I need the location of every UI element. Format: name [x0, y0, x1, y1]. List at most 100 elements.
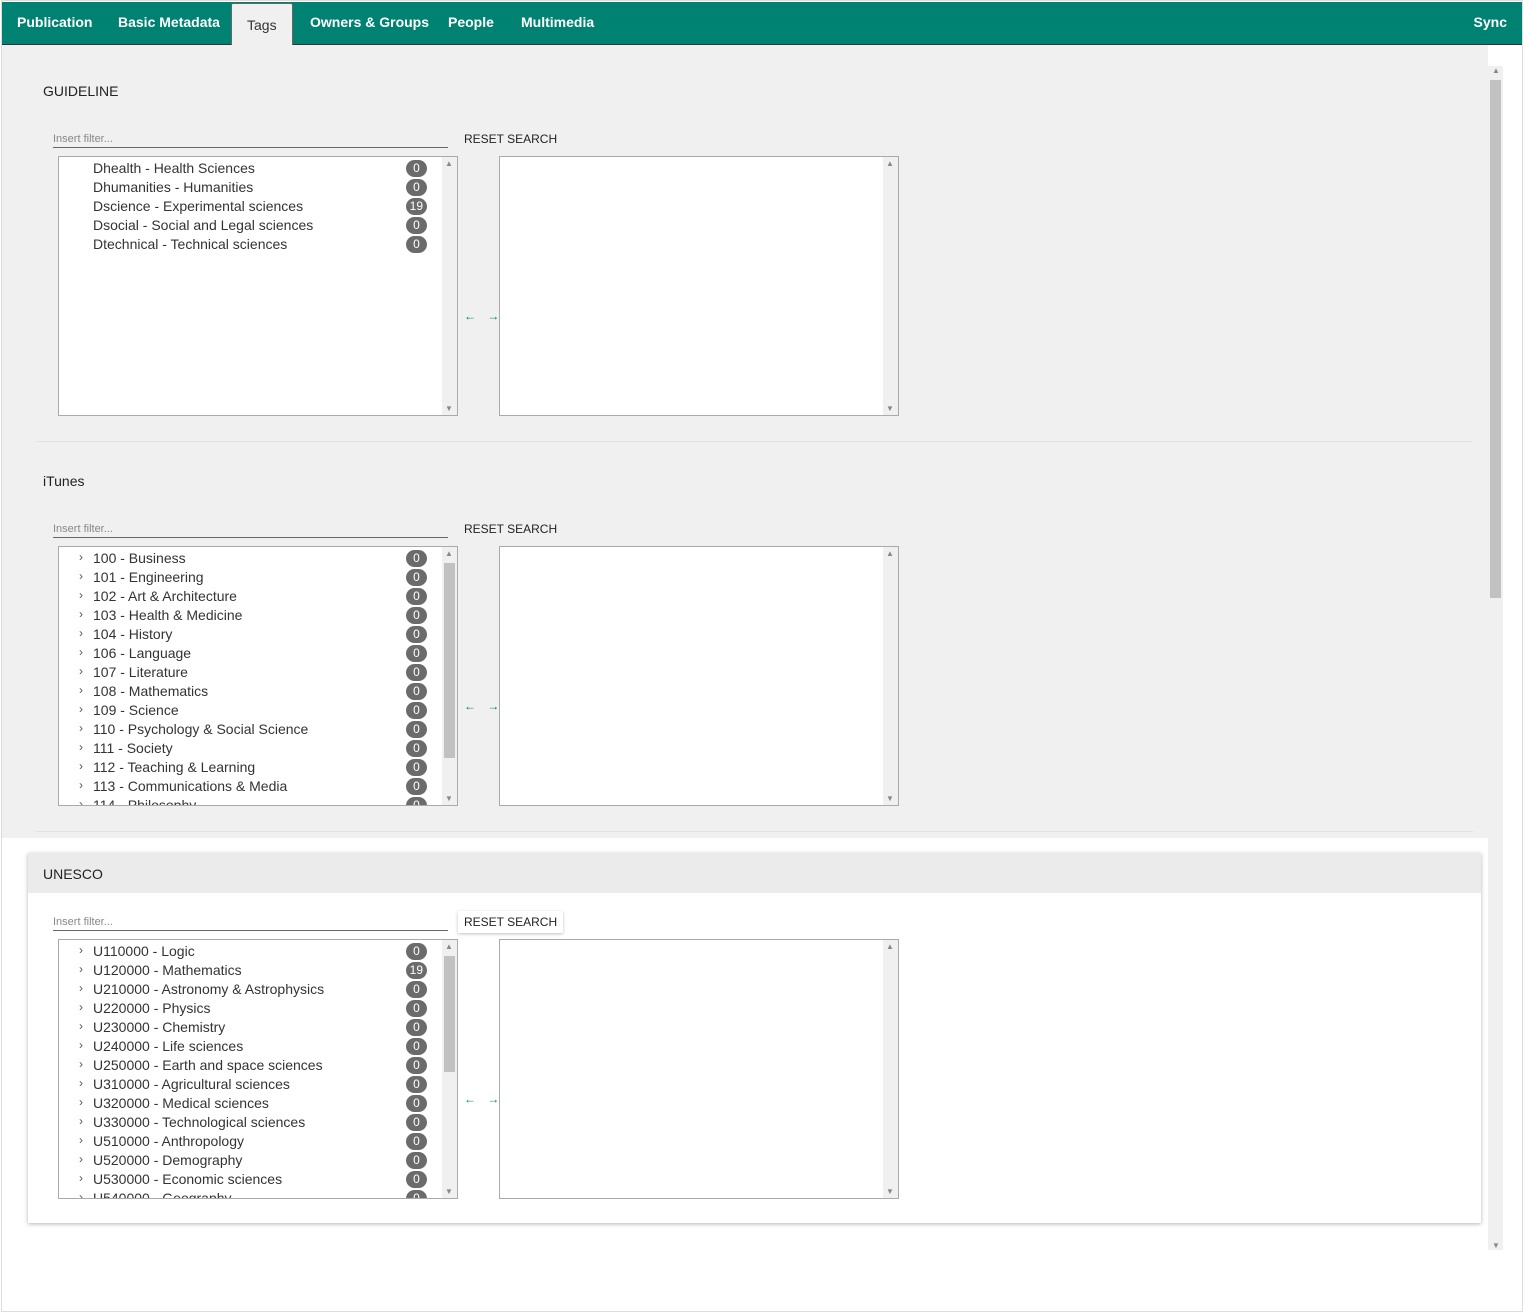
list-item[interactable]: › U320000 - Medical sciences 0: [59, 1094, 444, 1113]
move-arrows-button[interactable]: ← →: [464, 1092, 503, 1106]
move-arrows-button[interactable]: ← →: [464, 309, 503, 323]
scroll-up-icon[interactable]: ▲: [445, 159, 453, 168]
chevron-right-icon[interactable]: ›: [79, 1114, 83, 1128]
list-scrollbar[interactable]: ▲ ▼: [442, 547, 457, 805]
filter-input[interactable]: Insert filter...: [53, 133, 448, 148]
chevron-right-icon[interactable]: ›: [79, 702, 83, 716]
list-item[interactable]: › U330000 - Technological sciences 0: [59, 1113, 444, 1132]
scrollbar-thumb[interactable]: [444, 956, 455, 1072]
tab-people[interactable]: People: [448, 2, 494, 44]
list-item[interactable]: › 107 - Literature 0: [59, 663, 444, 682]
list-item[interactable]: › 109 - Science 0: [59, 701, 444, 720]
reset-search-button[interactable]: RESET SEARCH: [458, 518, 563, 540]
chevron-right-icon[interactable]: ›: [79, 1190, 83, 1198]
list-item[interactable]: › 104 - History 0: [59, 625, 444, 644]
scroll-up-icon[interactable]: ▲: [886, 942, 894, 951]
list-item[interactable]: › U510000 - Anthropology 0: [59, 1132, 444, 1151]
scroll-down-icon[interactable]: ▼: [445, 794, 453, 803]
chevron-right-icon[interactable]: ›: [79, 1171, 83, 1185]
list-item[interactable]: › U120000 - Mathematics 19: [59, 961, 444, 980]
chevron-right-icon[interactable]: ›: [79, 607, 83, 621]
chevron-right-icon[interactable]: ›: [79, 626, 83, 640]
source-tag-list[interactable]: › U110000 - Logic 0 › U120000 - Mathematics 1…: [58, 939, 458, 1199]
list-item[interactable]: › U110000 - Logic 0: [59, 942, 444, 961]
scrollbar-thumb[interactable]: [444, 563, 455, 758]
chevron-right-icon[interactable]: ›: [79, 797, 83, 805]
list-item[interactable]: Dhealth - Health Sciences 0: [59, 159, 444, 178]
list-item[interactable]: Dscience - Experimental sciences 19: [59, 197, 444, 216]
chevron-right-icon[interactable]: ›: [79, 588, 83, 602]
chevron-right-icon[interactable]: ›: [79, 1019, 83, 1033]
filter-input[interactable]: Insert filter...: [53, 916, 448, 931]
chevron-right-icon[interactable]: ›: [79, 1095, 83, 1109]
scroll-down-icon[interactable]: ▼: [886, 1187, 894, 1196]
chevron-right-icon[interactable]: ›: [79, 683, 83, 697]
reset-search-button[interactable]: RESET SEARCH: [458, 911, 564, 933]
selected-tag-list[interactable]: ▲ ▼: [499, 939, 899, 1199]
list-scrollbar[interactable]: ▲ ▼: [883, 547, 898, 805]
list-item[interactable]: › 113 - Communications & Media 0: [59, 777, 444, 796]
list-item[interactable]: › U530000 - Economic sciences 0: [59, 1170, 444, 1189]
reset-search-button[interactable]: RESET SEARCH: [458, 128, 563, 150]
list-item[interactable]: › U310000 - Agricultural sciences 0: [59, 1075, 444, 1094]
scroll-down-icon[interactable]: ▼: [886, 404, 894, 413]
move-arrows-button[interactable]: ← →: [464, 699, 503, 713]
tab-owners-groups[interactable]: Owners & Groups: [310, 2, 429, 44]
chevron-right-icon[interactable]: ›: [79, 1057, 83, 1071]
source-tag-list[interactable]: › 100 - Business 0 › 101 - Engineering 0 › 102 …: [58, 546, 458, 806]
chevron-right-icon[interactable]: ›: [79, 962, 83, 976]
list-item[interactable]: › 108 - Mathematics 0: [59, 682, 444, 701]
chevron-right-icon[interactable]: ›: [79, 759, 83, 773]
selected-tag-list[interactable]: ▲ ▼: [499, 156, 899, 416]
selected-tag-list[interactable]: ▲ ▼: [499, 546, 899, 806]
list-item[interactable]: Dhumanities - Humanities 0: [59, 178, 444, 197]
list-item[interactable]: › 106 - Language 0: [59, 644, 444, 663]
chevron-right-icon[interactable]: ›: [79, 1133, 83, 1147]
list-item[interactable]: › 110 - Psychology & Social Science 0: [59, 720, 444, 739]
chevron-right-icon[interactable]: ›: [79, 943, 83, 957]
filter-input[interactable]: Insert filter...: [53, 523, 448, 538]
list-item[interactable]: › 112 - Teaching & Learning 0: [59, 758, 444, 777]
list-scrollbar[interactable]: ▲ ▼: [883, 940, 898, 1198]
chevron-right-icon[interactable]: ›: [79, 1152, 83, 1166]
chevron-right-icon[interactable]: ›: [79, 1000, 83, 1014]
tab-multimedia[interactable]: Multimedia: [521, 2, 594, 44]
list-item[interactable]: › U540000 - Geography 0: [59, 1189, 444, 1198]
scroll-down-icon[interactable]: ▼: [1492, 1241, 1500, 1250]
list-item[interactable]: › U230000 - Chemistry 0: [59, 1018, 444, 1037]
page-scrollbar[interactable]: ▲ ▼: [1488, 66, 1503, 1250]
list-item[interactable]: › 103 - Health & Medicine 0: [59, 606, 444, 625]
scroll-up-icon[interactable]: ▲: [1492, 66, 1500, 75]
source-tag-list[interactable]: Dhealth - Health Sciences 0 Dhumanities - …: [58, 156, 458, 416]
scroll-down-icon[interactable]: ▼: [445, 404, 453, 413]
sync-button[interactable]: Sync: [1474, 2, 1507, 42]
chevron-right-icon[interactable]: ›: [79, 740, 83, 754]
chevron-right-icon[interactable]: ›: [79, 569, 83, 583]
chevron-right-icon[interactable]: ›: [79, 981, 83, 995]
list-item[interactable]: › 101 - Engineering 0: [59, 568, 444, 587]
tab-basic-metadata[interactable]: Basic Metadata: [118, 2, 220, 44]
list-item[interactable]: › U240000 - Life sciences 0: [59, 1037, 444, 1056]
list-item[interactable]: › U210000 - Astronomy & Astrophysics 0: [59, 980, 444, 999]
chevron-right-icon[interactable]: ›: [79, 550, 83, 564]
scroll-up-icon[interactable]: ▲: [886, 159, 894, 168]
scroll-down-icon[interactable]: ▼: [445, 1187, 453, 1196]
chevron-right-icon[interactable]: ›: [79, 1038, 83, 1052]
chevron-right-icon[interactable]: ›: [79, 778, 83, 792]
chevron-right-icon[interactable]: ›: [79, 1076, 83, 1090]
list-item[interactable]: › 114 - Philosophy 0: [59, 796, 444, 805]
list-scrollbar[interactable]: ▲ ▼: [442, 157, 457, 415]
chevron-right-icon[interactable]: ›: [79, 664, 83, 678]
list-scrollbar[interactable]: ▲ ▼: [442, 940, 457, 1198]
scrollbar-thumb[interactable]: [1490, 80, 1501, 598]
list-item[interactable]: › 102 - Art & Architecture 0: [59, 587, 444, 606]
tab-publication[interactable]: Publication: [17, 2, 92, 44]
list-item[interactable]: › U520000 - Demography 0: [59, 1151, 444, 1170]
scroll-up-icon[interactable]: ▲: [445, 942, 453, 951]
list-item[interactable]: › U220000 - Physics 0: [59, 999, 444, 1018]
scroll-up-icon[interactable]: ▲: [445, 549, 453, 558]
scroll-down-icon[interactable]: ▼: [886, 794, 894, 803]
chevron-right-icon[interactable]: ›: [79, 721, 83, 735]
list-item[interactable]: Dsocial - Social and Legal sciences 0: [59, 216, 444, 235]
list-item[interactable]: › 100 - Business 0: [59, 549, 444, 568]
